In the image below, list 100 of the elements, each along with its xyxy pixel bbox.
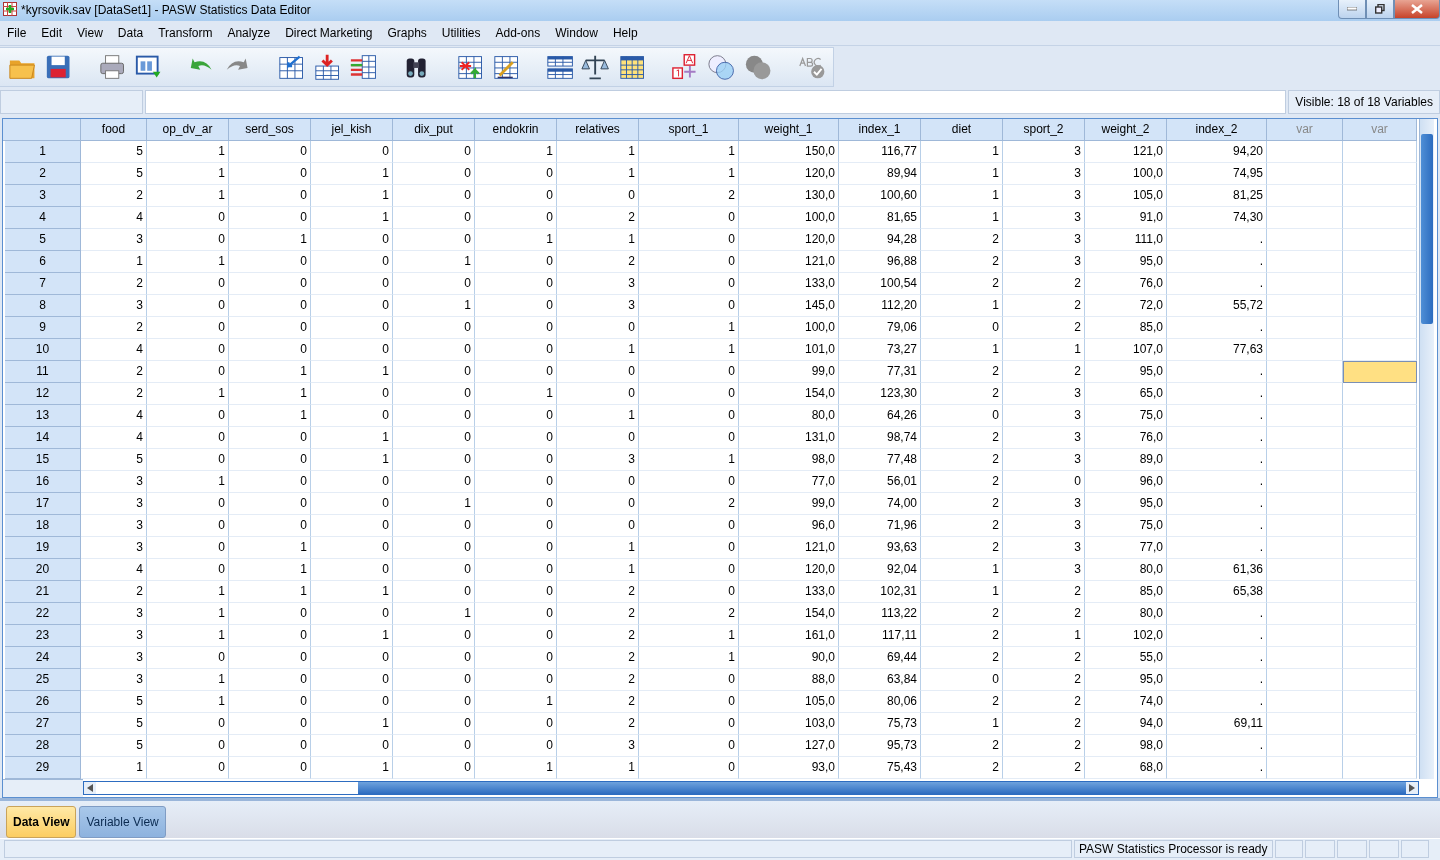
empty-cell[interactable] <box>1267 625 1343 647</box>
menu-item[interactable]: Analyze <box>222 23 279 42</box>
row-header[interactable]: 13 <box>5 405 81 427</box>
empty-cell[interactable] <box>1343 317 1417 339</box>
empty-cell[interactable] <box>1343 669 1417 691</box>
empty-cell[interactable] <box>1343 229 1417 251</box>
row-header[interactable]: 27 <box>5 713 81 735</box>
menu-item[interactable]: View <box>72 23 111 42</box>
view-tab[interactable]: Variable View <box>79 806 166 838</box>
empty-cell[interactable] <box>1343 405 1417 427</box>
row-header[interactable]: 24 <box>5 647 81 669</box>
empty-cell[interactable] <box>1343 207 1417 229</box>
empty-cell[interactable] <box>1343 141 1417 163</box>
row-header[interactable]: 2 <box>5 163 81 185</box>
column-header[interactable]: index_2 <box>1167 119 1267 141</box>
empty-cell[interactable] <box>1267 427 1343 449</box>
horizontal-scrollbar[interactable] <box>83 781 1419 795</box>
menu-item[interactable]: Add-ons <box>490 23 549 42</box>
column-header[interactable]: dix_put <box>393 119 475 141</box>
corner-cell[interactable] <box>3 119 81 141</box>
empty-cell[interactable] <box>1343 493 1417 515</box>
menu-item[interactable]: Data <box>112 23 152 42</box>
empty-cell[interactable] <box>1343 383 1417 405</box>
empty-cell[interactable] <box>1267 383 1343 405</box>
column-header[interactable]: jel_kish <box>311 119 393 141</box>
empty-cell[interactable] <box>1343 273 1417 295</box>
empty-cell[interactable] <box>1343 625 1417 647</box>
empty-cell[interactable] <box>1267 317 1343 339</box>
row-header[interactable]: 15 <box>5 449 81 471</box>
scroll-right-icon[interactable] <box>1409 784 1415 792</box>
empty-cell[interactable] <box>1343 163 1417 185</box>
empty-cell[interactable] <box>1343 185 1417 207</box>
empty-cell[interactable] <box>1267 757 1343 779</box>
empty-cell[interactable] <box>1267 207 1343 229</box>
row-header[interactable]: 5 <box>5 229 81 251</box>
column-header[interactable]: relatives <box>557 119 639 141</box>
empty-cell[interactable] <box>1267 559 1343 581</box>
cell-name-field[interactable] <box>0 90 143 114</box>
row-header[interactable]: 19 <box>5 537 81 559</box>
selected-cell[interactable] <box>1343 361 1417 383</box>
empty-cell[interactable] <box>1343 735 1417 757</box>
empty-cell[interactable] <box>1267 603 1343 625</box>
empty-cell[interactable] <box>1343 581 1417 603</box>
row-header[interactable]: 26 <box>5 691 81 713</box>
menu-item[interactable]: Graphs <box>382 23 435 42</box>
empty-cell[interactable] <box>1267 251 1343 273</box>
cell-value-field[interactable] <box>145 90 1287 114</box>
menu-item[interactable]: Help <box>607 23 646 42</box>
empty-cell[interactable] <box>1343 603 1417 625</box>
empty-cell[interactable] <box>1343 471 1417 493</box>
empty-cell[interactable] <box>1267 691 1343 713</box>
row-header[interactable]: 10 <box>5 339 81 361</box>
empty-cell[interactable] <box>1267 713 1343 735</box>
empty-cell[interactable] <box>1267 581 1343 603</box>
column-header[interactable]: weight_1 <box>739 119 839 141</box>
row-header[interactable]: 8 <box>5 295 81 317</box>
empty-cell[interactable] <box>1267 141 1343 163</box>
view-tab[interactable]: Data View <box>6 806 77 838</box>
row-header[interactable]: 12 <box>5 383 81 405</box>
row-header[interactable]: 17 <box>5 493 81 515</box>
close-button[interactable] <box>1394 0 1440 19</box>
empty-cell[interactable] <box>1267 273 1343 295</box>
empty-cell[interactable] <box>1267 537 1343 559</box>
empty-cell[interactable] <box>1267 185 1343 207</box>
column-header[interactable]: op_dv_ar <box>147 119 229 141</box>
row-header[interactable]: 1 <box>5 141 81 163</box>
menu-item[interactable]: Direct Marketing <box>280 23 381 42</box>
row-header[interactable]: 14 <box>5 427 81 449</box>
menu-item[interactable]: File <box>2 23 35 42</box>
row-header[interactable]: 7 <box>5 273 81 295</box>
row-header[interactable]: 11 <box>5 361 81 383</box>
empty-cell[interactable] <box>1267 339 1343 361</box>
empty-cell[interactable] <box>1267 295 1343 317</box>
empty-cell[interactable] <box>1267 405 1343 427</box>
empty-cell[interactable] <box>1267 471 1343 493</box>
empty-cell[interactable] <box>1267 669 1343 691</box>
empty-cell[interactable] <box>1343 537 1417 559</box>
row-header[interactable]: 20 <box>5 559 81 581</box>
row-header[interactable]: 6 <box>5 251 81 273</box>
column-header[interactable]: serd_sos <box>229 119 311 141</box>
row-header[interactable]: 3 <box>5 185 81 207</box>
empty-cell[interactable] <box>1343 339 1417 361</box>
row-header[interactable]: 4 <box>5 207 81 229</box>
empty-cell[interactable] <box>1343 647 1417 669</box>
column-header[interactable]: endokrin <box>475 119 557 141</box>
vertical-scrollbar[interactable] <box>1419 119 1434 779</box>
menu-item[interactable]: Edit <box>36 23 71 42</box>
row-header[interactable]: 23 <box>5 625 81 647</box>
empty-cell[interactable] <box>1267 647 1343 669</box>
menu-item[interactable]: Utilities <box>436 23 489 42</box>
empty-cell[interactable] <box>1267 735 1343 757</box>
column-header[interactable]: sport_2 <box>1003 119 1085 141</box>
row-header[interactable]: 21 <box>5 581 81 603</box>
row-header[interactable]: 16 <box>5 471 81 493</box>
empty-cell[interactable] <box>1267 493 1343 515</box>
empty-cell[interactable] <box>1343 251 1417 273</box>
row-header[interactable]: 22 <box>5 603 81 625</box>
row-header[interactable]: 28 <box>5 735 81 757</box>
row-header[interactable]: 25 <box>5 669 81 691</box>
column-header[interactable]: index_1 <box>839 119 921 141</box>
